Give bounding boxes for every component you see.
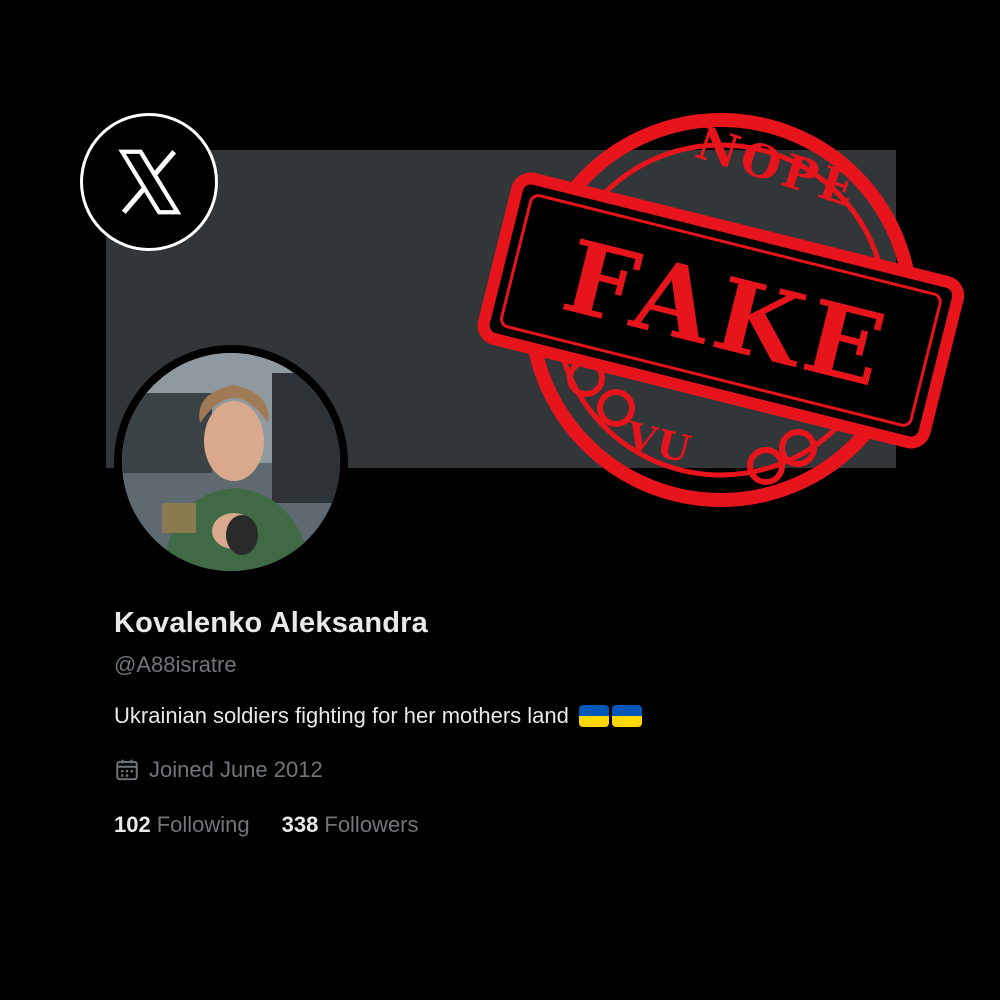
avatar-frame [114,345,348,579]
profile-bio: Ukrainian soldiers fighting for her moth… [114,703,642,729]
avatar[interactable] [122,353,340,571]
bio-text: Ukrainian soldiers fighting for her moth… [114,703,569,728]
profile-handle[interactable]: @A88isratre [114,652,237,678]
followers-link[interactable]: 338 Followers [282,812,419,838]
following-link[interactable]: 102 Following [114,812,250,838]
followers-count: 338 [281,812,319,837]
ukraine-flag-icon [611,705,642,727]
ukraine-flag-icon [578,705,609,727]
fake-stamp: NOPE FAKE VU [476,98,966,518]
following-count: 102 [114,812,151,837]
joined-date: Joined June 2012 [114,757,323,783]
follow-stats: 102 Following 338 Followers [114,812,419,838]
x-logo-icon [80,113,218,251]
joined-text: Joined June 2012 [149,757,323,782]
followers-label: Followers [324,812,419,837]
following-label: Following [156,812,250,837]
profile-name: Kovalenko Aleksandra [114,607,428,639]
calendar-icon [116,759,138,781]
